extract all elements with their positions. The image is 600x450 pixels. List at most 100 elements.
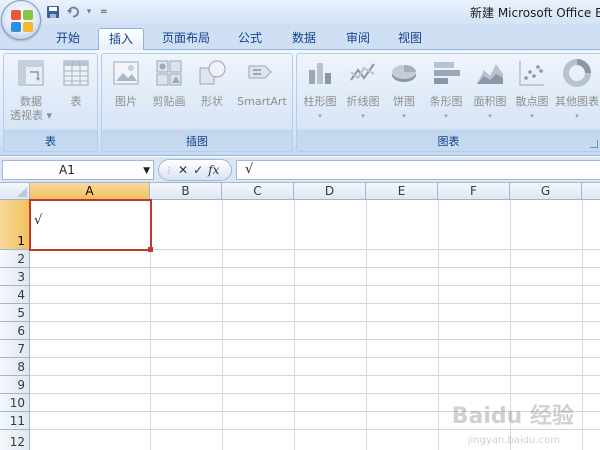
window-title: 新建 Microsoft Office E	[470, 6, 600, 20]
row-header-12[interactable]: 12	[0, 430, 30, 450]
row-header-1[interactable]: 1	[0, 200, 30, 250]
name-box-dropdown-icon[interactable]: ▼	[143, 162, 150, 180]
bar-chart-icon	[434, 62, 460, 84]
shapes-button[interactable]: 形状	[192, 58, 232, 109]
column-header-e[interactable]: E	[366, 183, 438, 200]
shapes-icon	[199, 60, 226, 85]
title-bar: ▾ = 新建 Microsoft Office E	[0, 0, 600, 40]
pivot-table-label-1: 数据	[20, 95, 42, 108]
clipart-label: 剪贴画	[152, 95, 186, 108]
table-button[interactable]: 表	[56, 58, 96, 109]
column-chart-label: 柱形图	[303, 95, 337, 108]
row-header-4[interactable]: 4	[0, 286, 30, 304]
group-charts: 柱形图 ▾ 折线图 ▾ 饼图 ▾ 条形图 ▾ 面积图 ▾ 散点图 ▾ 其他图表 …	[296, 53, 600, 152]
worksheet-grid[interactable]: A B C D E F G 1 2 3 4 5 6 7 8 9 10 11 12…	[0, 183, 600, 450]
scatter-chart-button[interactable]: 散点图 ▾	[511, 58, 553, 123]
pivot-table-label-2: 透视表 ▾	[9, 109, 53, 122]
pie-chart-button[interactable]: 饼图 ▾	[385, 58, 423, 123]
tab-home[interactable]: 开始	[46, 28, 90, 50]
formula-buttons: ⋮ ✕ ✓ fx	[158, 159, 232, 181]
group-illustrations: 图片 剪贴画 形状 SmartArt 插图	[101, 53, 293, 152]
scatter-chart-icon	[519, 61, 544, 86]
ribbon-tabs: 开始 插入 页面布局 公式 数据 审阅 视图	[0, 24, 600, 51]
line-chart-icon	[350, 63, 375, 81]
baidu-watermark: Baidu 经验	[451, 404, 574, 429]
redo-icon[interactable]: ▾	[84, 3, 94, 21]
group-tables-label: 表	[45, 135, 56, 148]
fill-handle[interactable]	[148, 247, 153, 252]
pie-chart-icon	[392, 65, 416, 82]
row-header-7[interactable]: 7	[0, 340, 30, 358]
pivot-table-button[interactable]: 数据 透视表 ▾	[8, 58, 54, 123]
formula-input[interactable]: √	[236, 160, 600, 180]
undo-icon[interactable]	[64, 3, 82, 21]
group-illustrations-label: 插图	[186, 135, 208, 148]
column-header-f[interactable]: F	[438, 183, 510, 200]
other-charts-button[interactable]: 其他图表 ▾	[553, 58, 600, 123]
column-header-b[interactable]: B	[150, 183, 222, 200]
column-header-a[interactable]: A	[30, 183, 150, 200]
area-chart-icon	[477, 64, 503, 84]
other-charts-icon	[563, 59, 591, 87]
smartart-label: SmartArt	[237, 95, 287, 108]
table-icon	[63, 60, 89, 86]
row-header-8[interactable]: 8	[0, 358, 30, 376]
row-header-11[interactable]: 11	[0, 412, 30, 430]
enter-icon[interactable]: ✓	[193, 163, 203, 177]
tab-review[interactable]: 审阅	[336, 28, 380, 50]
baidu-watermark-url: jingyan.baidu.com	[467, 435, 560, 446]
row-header-6[interactable]: 6	[0, 322, 30, 340]
save-icon[interactable]	[44, 3, 62, 21]
smartart-button[interactable]: SmartArt	[234, 58, 290, 109]
column-header-g[interactable]: G	[510, 183, 582, 200]
tab-page-layout[interactable]: 页面布局	[154, 28, 218, 50]
tab-view[interactable]: 视图	[388, 28, 432, 50]
column-header-d[interactable]: D	[294, 183, 366, 200]
row-header-2[interactable]: 2	[0, 250, 30, 268]
line-chart-label: 折线图	[346, 95, 380, 108]
table-label: 表	[70, 95, 82, 108]
column-chart-button[interactable]: 柱形图 ▾	[299, 58, 341, 123]
customize-qat-button[interactable]: =	[100, 7, 108, 17]
office-logo-icon	[11, 10, 33, 32]
area-chart-label: 面积图	[473, 95, 507, 108]
name-box[interactable]: A1 ▼	[2, 160, 154, 180]
row-header-5[interactable]: 5	[0, 304, 30, 322]
tab-formulas[interactable]: 公式	[228, 28, 272, 50]
scatter-chart-label: 散点图	[515, 95, 549, 108]
tab-insert[interactable]: 插入	[98, 28, 144, 51]
row-header-9[interactable]: 9	[0, 376, 30, 394]
selected-cell-a1[interactable]	[29, 199, 152, 251]
area-chart-button[interactable]: 面积图 ▾	[469, 58, 511, 123]
picture-button[interactable]: 图片	[106, 58, 146, 109]
name-box-value: A1	[59, 163, 75, 177]
picture-icon	[113, 61, 139, 85]
other-charts-label: 其他图表	[555, 95, 599, 108]
smartart-icon	[248, 65, 272, 79]
picture-label: 图片	[115, 95, 137, 108]
column-chart-icon	[309, 63, 331, 84]
formula-bar: A1 ▼ ⋮ ✕ ✓ fx √	[0, 157, 600, 183]
shapes-label: 形状	[201, 95, 223, 108]
office-button[interactable]	[1, 0, 41, 40]
charts-dialog-launcher-icon[interactable]	[590, 140, 598, 148]
grip-icon: ⋮	[165, 165, 173, 175]
select-all-button[interactable]	[0, 183, 30, 200]
group-tables: 数据 透视表 ▾ 表 表	[3, 53, 98, 152]
column-header-c[interactable]: C	[222, 183, 294, 200]
line-chart-button[interactable]: 折线图 ▾	[343, 58, 383, 123]
tab-data[interactable]: 数据	[282, 28, 326, 50]
row-header-3[interactable]: 3	[0, 268, 30, 286]
pie-chart-label: 饼图	[393, 95, 415, 108]
clipart-icon	[156, 60, 182, 86]
insert-function-icon[interactable]: fx	[208, 163, 219, 177]
ribbon-insert: 数据 透视表 ▾ 表 表 图片 剪贴画 形状 SmartArt 插图 柱形图 ▾…	[0, 50, 600, 156]
bar-chart-label: 条形图	[429, 95, 463, 108]
cancel-icon[interactable]: ✕	[178, 163, 188, 177]
clipart-button[interactable]: 剪贴画	[148, 58, 190, 109]
bar-chart-button[interactable]: 条形图 ▾	[425, 58, 467, 123]
group-charts-label: 图表	[437, 135, 460, 148]
pivot-table-icon	[18, 60, 44, 86]
column-header-h[interactable]	[582, 183, 600, 200]
row-header-10[interactable]: 10	[0, 394, 30, 412]
